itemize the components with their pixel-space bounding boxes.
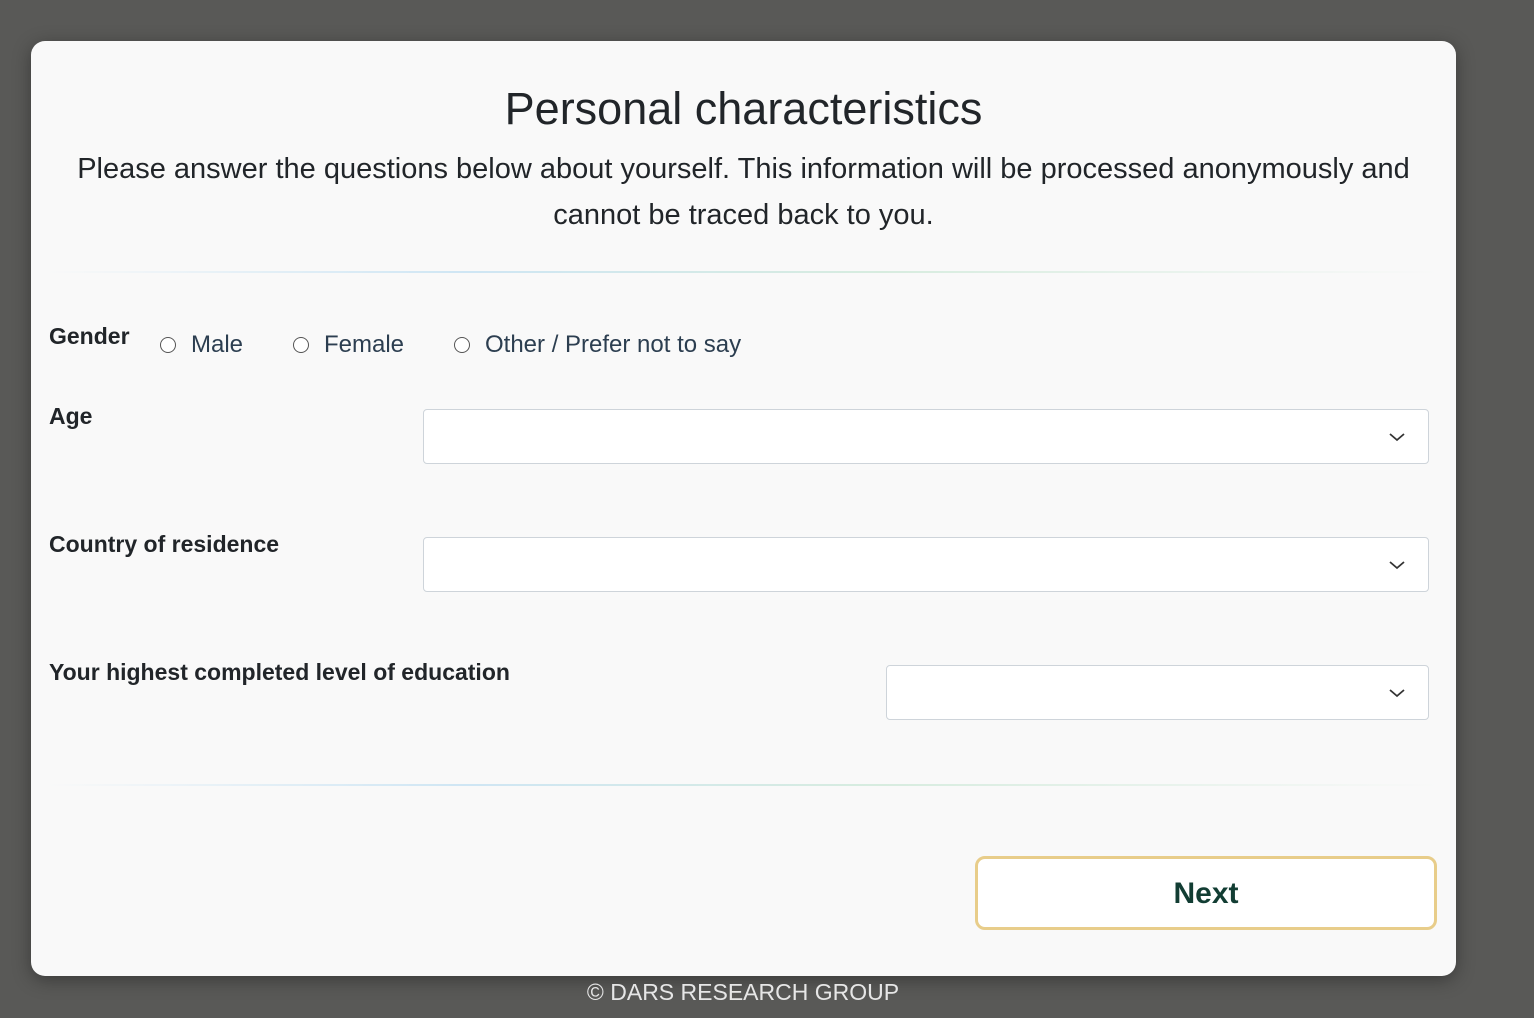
education-select[interactable]	[886, 665, 1429, 720]
gender-option-female[interactable]: Female	[293, 331, 404, 359]
radio-button[interactable]	[454, 337, 470, 353]
gender-option-label: Female	[324, 331, 405, 358]
chevron-down-icon	[1389, 561, 1405, 570]
chevron-down-icon	[1389, 689, 1405, 698]
next-button[interactable]: Next	[975, 856, 1437, 930]
gender-option-label: Male	[191, 331, 244, 358]
bottom-divider	[48, 784, 1439, 786]
chevron-down-icon	[1389, 433, 1405, 442]
gender-option-male[interactable]: Male	[160, 331, 243, 359]
education-label: Your highest completed level of educatio…	[49, 659, 510, 685]
gender-label: Gender	[49, 323, 130, 349]
survey-card: Personal characteristics Please answer t…	[31, 41, 1456, 976]
age-label: Age	[49, 403, 93, 429]
country-label: Country of residence	[49, 531, 280, 557]
country-select[interactable]	[423, 537, 1429, 592]
top-divider	[48, 271, 1439, 273]
intro-text: Please answer the questions below about …	[77, 153, 1410, 231]
radio-button[interactable]	[293, 337, 309, 353]
footer-copyright: © DARS RESEARCH GROUP	[586, 979, 900, 1005]
age-select[interactable]	[423, 409, 1429, 464]
page-title: Personal characteristics	[504, 83, 983, 134]
gender-option-label: Other / Prefer not to say	[485, 331, 742, 358]
radio-button[interactable]	[160, 337, 176, 353]
gender-option-other[interactable]: Other / Prefer not to say	[454, 331, 741, 359]
